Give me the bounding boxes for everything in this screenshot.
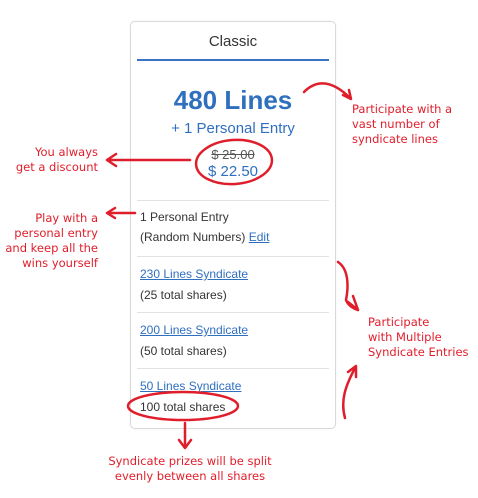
annotation-overlay [105, 82, 360, 450]
shares-circle [126, 390, 240, 422]
arrow-syndicate-lower [341, 366, 357, 420]
price-circle [194, 138, 274, 186]
